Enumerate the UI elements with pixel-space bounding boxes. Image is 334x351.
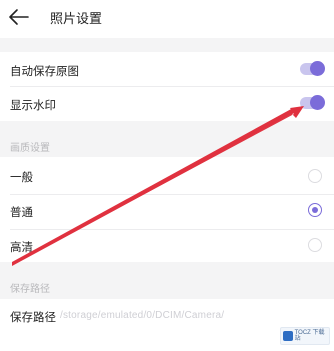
quality-section-title: 画质设置 xyxy=(10,143,50,154)
toggle-knob xyxy=(310,61,325,76)
site-watermark: TOCZ 下载站 xyxy=(280,327,330,345)
page-title: 照片设置 xyxy=(50,11,103,26)
quality-option-normal[interactable]: 一般 xyxy=(0,157,334,194)
quality-radio-normal[interactable] xyxy=(308,169,322,183)
quality-radio-standard[interactable] xyxy=(308,203,322,217)
quality-option-hd[interactable]: 高清 xyxy=(0,230,334,262)
auto-save-original-label: 自动保存原图 xyxy=(10,66,79,78)
toggle-knob xyxy=(310,95,325,110)
site-logo-icon xyxy=(283,331,293,341)
quality-option-label: 普通 xyxy=(10,207,33,219)
watermark-text: TOCZ 下载站 xyxy=(294,330,325,342)
auto-save-original-toggle[interactable] xyxy=(300,61,325,76)
save-path-label: 保存路径 xyxy=(10,312,56,324)
section-gap xyxy=(0,38,334,52)
quality-option-label: 高清 xyxy=(10,242,33,254)
save-path-value: /storage/emulated/0/DCIM/Camera/ xyxy=(60,310,225,321)
quality-option-standard[interactable]: 普通 xyxy=(0,195,334,229)
quality-radio-hd[interactable] xyxy=(308,238,322,252)
quality-section-header: 画质设置 xyxy=(0,121,334,157)
show-watermark-label: 显示水印 xyxy=(10,100,56,112)
show-watermark-row[interactable]: 显示水印 xyxy=(0,87,334,121)
top-bar: 照片设置 xyxy=(0,0,334,38)
auto-save-original-row[interactable]: 自动保存原图 xyxy=(0,52,334,86)
arrow-left-icon[interactable] xyxy=(8,6,30,28)
quality-option-label: 一般 xyxy=(10,172,33,184)
save-path-section-title: 保存路径 xyxy=(10,284,50,295)
show-watermark-toggle[interactable] xyxy=(300,95,325,110)
save-path-section-header: 保存路径 xyxy=(0,262,334,299)
